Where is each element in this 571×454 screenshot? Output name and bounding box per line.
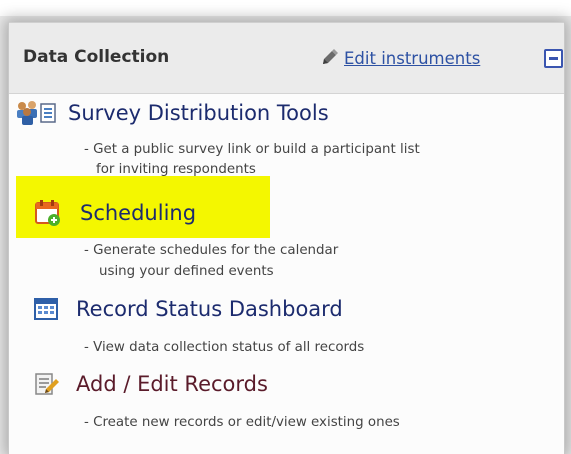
survey-distribution-desc-line1: - Get a public survey link or build a pa… xyxy=(84,142,420,157)
survey-distribution-desc-line2: for inviting respondents xyxy=(96,162,256,177)
scheduling-desc-line2: using your defined events xyxy=(99,264,274,279)
survey-distribution-icon xyxy=(17,101,56,125)
add-edit-records-desc: - Create new records or edit/view existi… xyxy=(84,415,400,430)
record-status-dashboard-link[interactable]: Record Status Dashboard xyxy=(34,292,343,326)
dashboard-grid-icon xyxy=(34,298,58,320)
scheduling-desc-line1: - Generate schedules for the calendar xyxy=(84,243,339,258)
collapse-minus-icon[interactable] xyxy=(544,49,563,68)
add-edit-records-link[interactable]: Add / Edit Records xyxy=(34,367,268,401)
survey-distribution-link[interactable]: Survey Distribution Tools xyxy=(14,96,329,130)
pencil-icon xyxy=(323,49,338,64)
edit-records-icon xyxy=(35,373,59,395)
edit-instruments-label: Edit instruments xyxy=(344,48,481,68)
edit-instruments-link[interactable]: Edit instruments xyxy=(319,47,480,69)
scheduling-label: Scheduling xyxy=(80,201,197,225)
collapse-minus-bar xyxy=(549,57,558,60)
calendar-add-icon xyxy=(35,200,60,226)
survey-distribution-label: Survey Distribution Tools xyxy=(68,101,329,125)
panel-header: Data Collection Edit instruments xyxy=(9,22,564,94)
record-status-dashboard-label: Record Status Dashboard xyxy=(76,297,343,321)
panel-title: Data Collection xyxy=(23,47,170,67)
scheduling-link[interactable]: Scheduling xyxy=(34,196,196,230)
add-edit-records-label: Add / Edit Records xyxy=(76,372,268,396)
record-status-dashboard-desc: - View data collection status of all rec… xyxy=(84,340,365,355)
